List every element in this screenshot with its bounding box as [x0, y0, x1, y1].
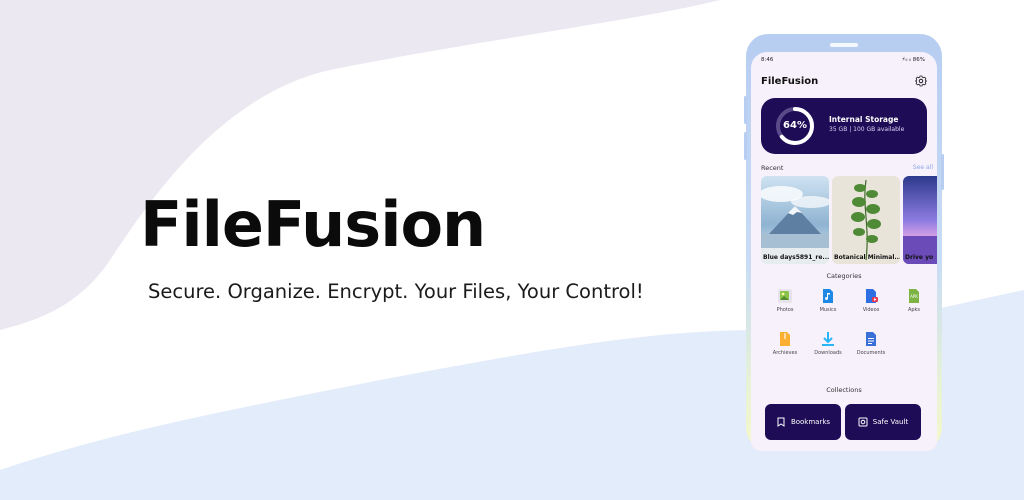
safe-vault-label: Safe Vault [872, 418, 909, 426]
category-downloads[interactable]: Downloads [808, 331, 848, 356]
botanical-plant-image [832, 176, 900, 264]
recent-item[interactable]: Botanical Minimal... [832, 176, 900, 264]
bookmark-icon [777, 417, 785, 427]
video-icon [866, 289, 878, 303]
category-videos[interactable]: Videos [851, 288, 891, 313]
storage-detail: 35 GB | 100 GB available [829, 126, 905, 133]
recent-item-caption: Botanical Minimal... [834, 254, 900, 261]
phone-mockup: 8:46 ⚡ᵢₗ ᵢₗ 86% FileFusion 64% Internal … [744, 34, 944, 451]
recent-item[interactable]: Blue days5891_re... [761, 176, 829, 264]
category-photos[interactable]: Photos [765, 288, 805, 313]
categories-label: Categories [826, 272, 862, 280]
collections-label: Collections [826, 386, 862, 394]
bookmarks-label: Bookmarks [790, 418, 831, 426]
internal-storage-card[interactable]: 64% Internal Storage 35 GB | 100 GB avai… [761, 98, 927, 154]
category-label: Musics [819, 307, 837, 313]
apk-icon: APK [909, 289, 919, 303]
music-icon [823, 289, 833, 303]
status-bar: 8:46 ⚡ᵢₗ ᵢₗ 86% [751, 52, 937, 66]
download-icon [822, 332, 834, 346]
mountain-lake-image [761, 176, 829, 264]
recent-item-caption: Blue days5891_re... [763, 254, 829, 261]
app-title: FileFusion [761, 76, 819, 87]
status-icons: ⚡ᵢₗ ᵢₗ 86% [901, 57, 925, 63]
vault-icon [858, 417, 868, 427]
bookmarks-button[interactable]: Bookmarks [765, 404, 841, 440]
category-label: Apks [907, 307, 921, 313]
category-apks[interactable]: APK Apks [894, 288, 934, 313]
category-label: Downloads [814, 350, 842, 356]
app-screen: 8:46 ⚡ᵢₗ ᵢₗ 86% FileFusion 64% Internal … [751, 52, 937, 451]
hero-title: FileFusion [140, 188, 486, 261]
category-label: Videos [862, 307, 880, 313]
lavender-field-image [903, 176, 937, 264]
category-documents[interactable]: Documents [851, 331, 891, 356]
see-all-link[interactable]: See all [913, 164, 933, 171]
recent-item[interactable]: Drive yo [903, 176, 937, 264]
recent-item-caption: Drive yo [905, 254, 934, 261]
document-icon [866, 332, 876, 346]
status-time: 8:46 [761, 57, 774, 63]
hero-tagline: Secure. Organize. Encrypt. Your Files, Y… [148, 280, 644, 303]
safe-vault-button[interactable]: Safe Vault [845, 404, 921, 440]
archive-icon [780, 332, 790, 346]
svg-text:APK: APK [910, 294, 918, 299]
storage-title: Internal Storage [829, 115, 899, 124]
category-label: Documents [856, 350, 886, 356]
gear-icon[interactable] [915, 75, 927, 87]
category-archieves[interactable]: Archieves [765, 331, 805, 356]
category-musics[interactable]: Musics [808, 288, 848, 313]
phone-side-button [744, 96, 747, 124]
recent-label: Recent [761, 164, 784, 172]
category-label: Archieves [772, 350, 798, 356]
storage-percent: 64% [783, 120, 807, 131]
photos-icon [778, 289, 792, 303]
phone-notch [830, 43, 858, 47]
phone-side-button [941, 154, 944, 190]
category-label: Photos [776, 307, 794, 313]
phone-side-button [744, 132, 747, 160]
